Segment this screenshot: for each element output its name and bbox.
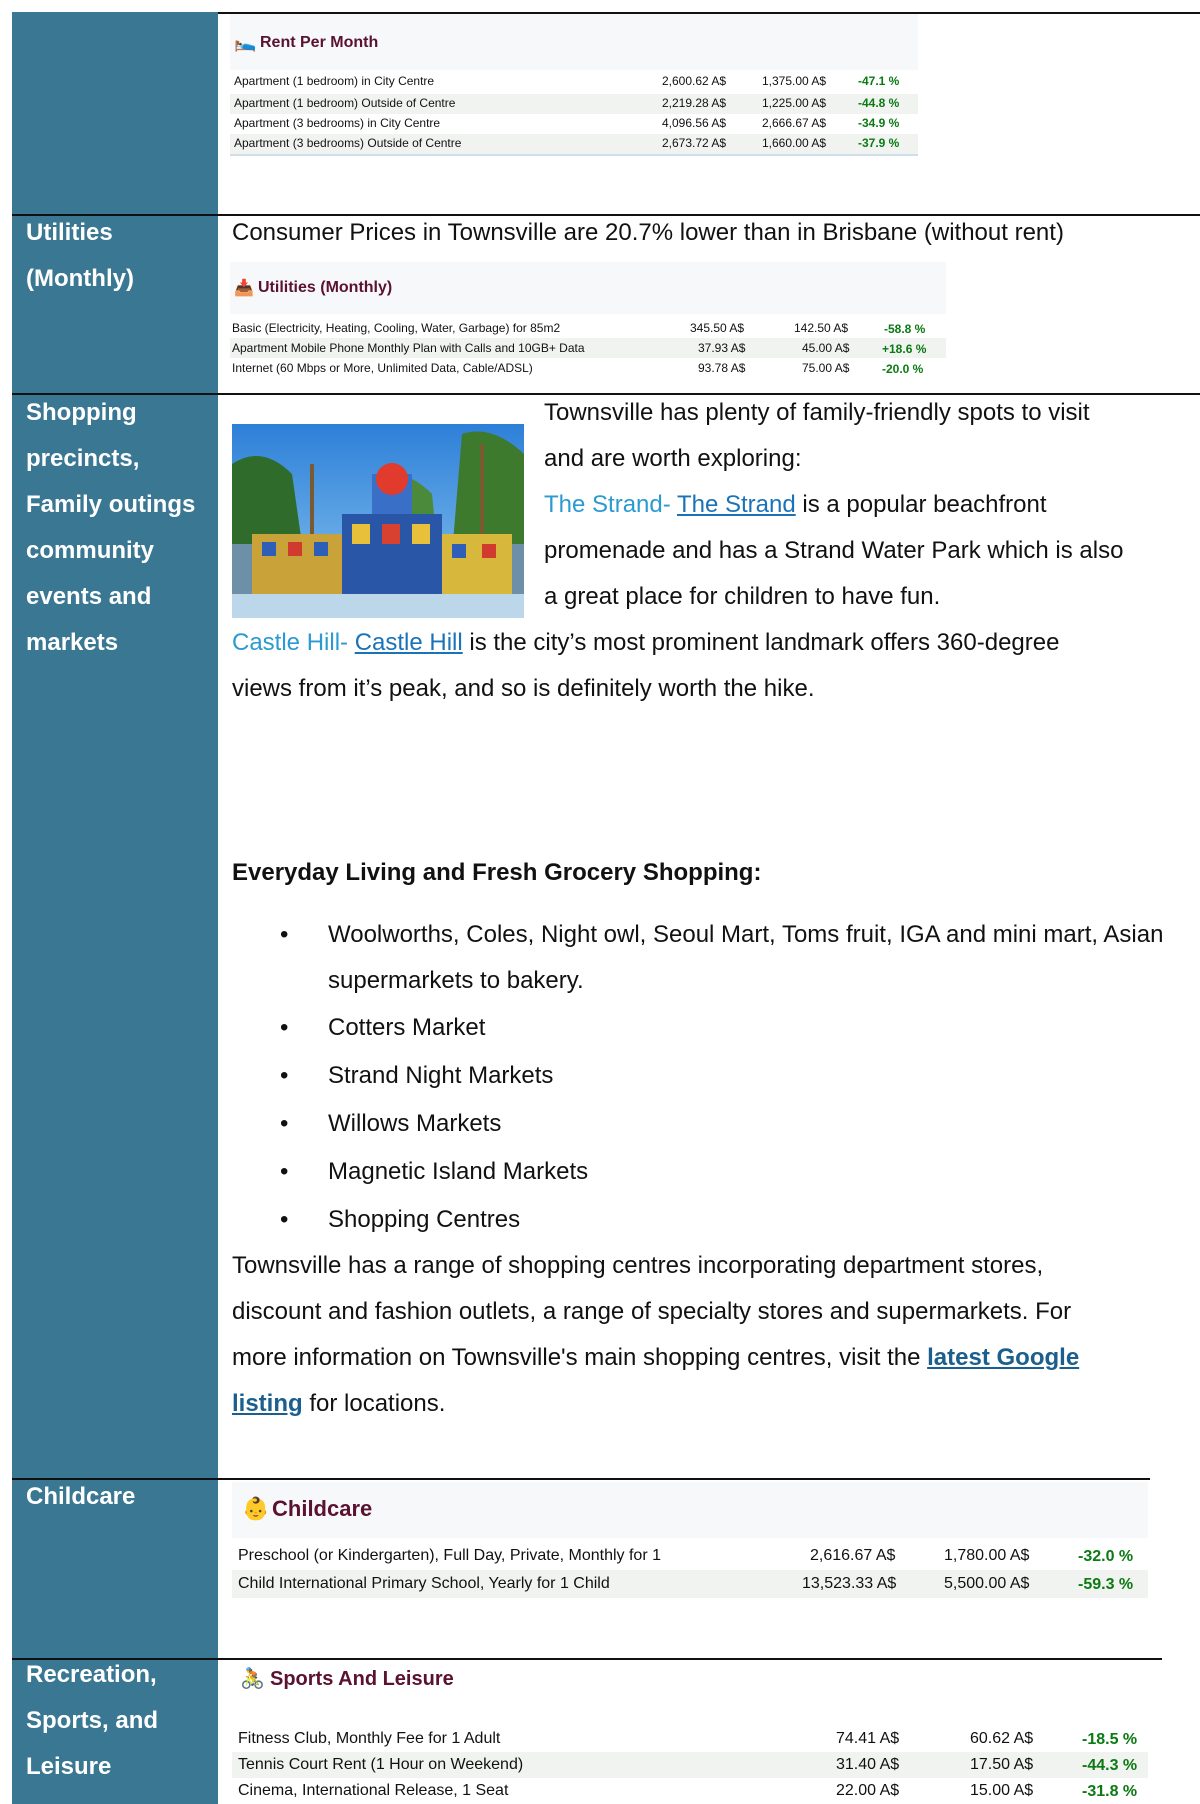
water-park-photo: [232, 424, 524, 618]
rent-price-panel: 🛌 Rent Per Month Apartment (1 bedroom) i…: [230, 14, 918, 156]
utilities-price-panel: 📥 Utilities (Monthly) Basic (Electricity…: [230, 262, 946, 384]
listing-link[interactable]: listing: [232, 1390, 303, 1417]
grocery-heading: Everyday Living and Fresh Grocery Shoppi…: [232, 859, 762, 886]
latest-google-listing-link[interactable]: latest Google: [927, 1344, 1079, 1371]
table-row: Apartment Mobile Phone Monthly Plan with…: [230, 338, 946, 358]
side-label-utilities: Utilities (Monthly): [26, 219, 134, 292]
stroller-icon: 👶: [242, 1496, 270, 1521]
castle-hill-link[interactable]: Castle Hill: [355, 629, 463, 656]
side-label-sports: Recreation, Sports, and Leisure: [26, 1661, 159, 1780]
bullet-icon: •: [280, 1014, 289, 1041]
table-row: Basic (Electricity, Heating, Cooling, Wa…: [230, 318, 946, 338]
strand-prefix: The Strand-: [544, 491, 677, 518]
shopping-intro-line-1: Townsville has plenty of family-friendly…: [544, 399, 1090, 426]
shopping-intro-line-2: and are worth exploring:: [544, 445, 802, 472]
rent-title: Rent Per Month: [260, 34, 379, 51]
bullet-icon: •: [280, 1158, 289, 1185]
strand-paragraph-line-1: The Strand- The Strand is a popular beac…: [544, 482, 1047, 528]
the-strand-link[interactable]: The Strand: [677, 491, 796, 518]
bullet-icon: •: [280, 1062, 289, 1089]
rent-table: Apartment (1 bedroom) in City Centre 2,6…: [230, 70, 918, 156]
centres-line-4: listing for locations.: [232, 1390, 446, 1417]
childcare-title: Childcare: [272, 1496, 373, 1521]
castle-hill-line-1: Castle Hill- Castle Hill is the city’s m…: [232, 620, 1059, 666]
bed-icon: 🛌: [234, 32, 257, 52]
table-row: Preschool (or Kindergarten), Full Day, P…: [232, 1542, 1148, 1570]
bullet-icon: •: [280, 1206, 289, 1233]
table-row: Fitness Club, Monthly Fee for 1 Adult 74…: [232, 1726, 1148, 1752]
bullet-icon: •: [280, 921, 289, 948]
utilities-summary: Consumer Prices in Townsville are 20.7% …: [232, 219, 1064, 246]
castle-prefix: Castle Hill-: [232, 629, 355, 656]
side-label-childcare: Childcare: [26, 1483, 136, 1510]
utilities-title: Utilities (Monthly): [258, 279, 393, 296]
childcare-price-panel: 👶 Childcare Preschool (or Kindergarten),…: [232, 1482, 1148, 1602]
table-row: Apartment (1 bedroom) Outside of Centre …: [230, 94, 918, 114]
table-row: Apartment (3 bedrooms) Outside of Centre…: [230, 134, 918, 154]
sports-price-panel: 🚴 Sports And Leisure Fitness Club, Month…: [232, 1660, 1148, 1804]
table-row: Cinema, International Release, 1 Seat 22…: [232, 1778, 1148, 1804]
table-row: Tennis Court Rent (1 Hour on Weekend) 31…: [232, 1752, 1148, 1778]
castle-text: is the city’s most prominent landmark of…: [462, 629, 1060, 656]
table-row: Apartment (1 bedroom) in City Centre 2,6…: [230, 74, 918, 94]
centres-line-1: Townsville has a range of shopping centr…: [232, 1252, 1044, 1279]
table-row: Child International Primary School, Year…: [232, 1570, 1148, 1598]
table-row: Internet (60 Mbps or More, Unlimited Dat…: [230, 358, 946, 378]
table-row: Apartment (3 bedrooms) in City Centre 4,…: [230, 114, 918, 134]
sidebar-cell-rent: [12, 12, 218, 214]
strand-paragraph-line-2: promenade and has a Strand Water Park wh…: [544, 537, 1124, 564]
inbox-icon: 📥: [234, 280, 254, 297]
bullet-icon: •: [280, 1110, 289, 1137]
strand-text: is a popular beachfront: [795, 491, 1047, 518]
side-label-shopping: Shopping precincts, Family outings commu…: [26, 399, 196, 656]
strand-paragraph-line-3: a great place for children to have fun.: [544, 583, 941, 610]
centres-line-2: discount and fashion outlets, a range of…: [232, 1298, 1072, 1325]
bicycle-icon: 🚴: [240, 1668, 265, 1690]
castle-hill-line-2: views from it’s peak, and so is definite…: [232, 675, 815, 702]
sports-title: Sports And Leisure: [270, 1668, 454, 1690]
centres-line-3: more information on Townsville's main sh…: [232, 1344, 1080, 1371]
